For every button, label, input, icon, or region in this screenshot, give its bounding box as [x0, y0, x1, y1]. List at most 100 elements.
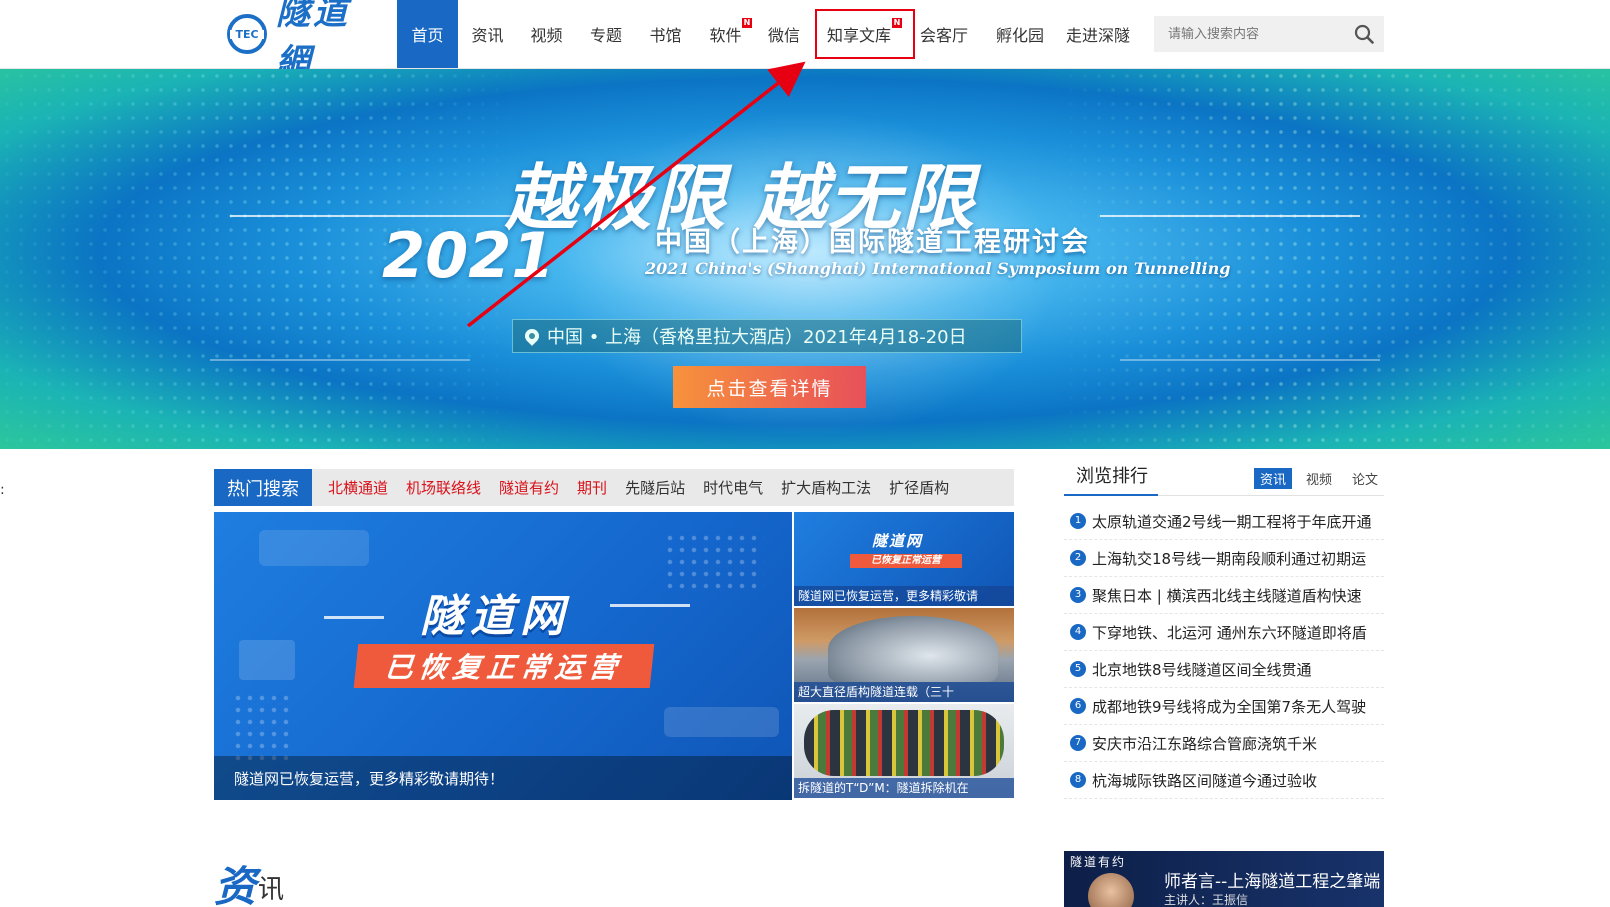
hot-search-item[interactable]: 期刊: [568, 477, 616, 498]
thumbnail-item[interactable]: 隧道网 已恢复正常运营 隧道网已恢复运营，更多精彩敬请: [794, 512, 1014, 606]
nav-item-7[interactable]: 知享文库 N: [812, 0, 906, 68]
ranking-number: 6: [1070, 698, 1086, 714]
feature-caption[interactable]: 隧道网已恢复运营，更多精彩敬请期待！: [214, 756, 792, 800]
search-input[interactable]: [1154, 16, 1344, 52]
feature-slide[interactable]: 隧道网 已恢复正常运营 隧道网已恢复运营，更多精彩敬请期待！: [214, 512, 792, 800]
ranking-item[interactable]: 3 聚焦日本 | 横滨西北线主线隧道盾构快速: [1064, 577, 1384, 614]
ranking-item-text: 杭海城际铁路区间隧道今通过验收: [1092, 771, 1318, 790]
new-badge: N: [742, 18, 752, 28]
hot-search-items: 北横通道 机场联络线 隧道有约 期刊 先隧后站 时代电气 扩大盾构工法 扩径盾构: [312, 477, 958, 498]
ranking-item[interactable]: 8 杭海城际铁路区间隧道今通过验收: [1064, 762, 1384, 799]
ranking-tab-2[interactable]: 论文: [1346, 468, 1384, 489]
search-icon: [1354, 24, 1374, 44]
banner-line: [230, 215, 530, 217]
nav-item-label: 孵化园: [995, 26, 1044, 45]
ranking-item[interactable]: 2 上海轨交18号线一期南段顺利通过初期运: [1064, 540, 1384, 577]
ranking-number: 7: [1070, 735, 1086, 751]
nav-item-5[interactable]: 软件 N: [695, 0, 756, 68]
ranking-item-text: 下穿地铁、北运河 通州东六环隧道即将盾: [1092, 623, 1367, 642]
hero-banner[interactable]: 越极限 越无限 2021 中国（上海）国际隧道工程研讨会 2021 China'…: [0, 69, 1610, 449]
ranking-item-text: 成都地铁9号线将成为全国第7条无人驾驶: [1092, 697, 1367, 716]
banner-conference-cn: 中国（上海）国际隧道工程研讨会: [655, 227, 1090, 258]
ranking-item-text: 太原轨道交通2号线一期工程将于年底开通: [1092, 512, 1372, 531]
ranking-item[interactable]: 7 安庆市沿江东路综合管廊浇筑千米: [1064, 725, 1384, 762]
banner-line: [210, 359, 470, 361]
ranking-tabs: 资讯 视频 论文: [1253, 468, 1384, 489]
thumbnail-caption: 隧道网已恢复运营，更多精彩敬请: [794, 586, 1014, 606]
hot-search-item[interactable]: 隧道有约: [490, 477, 568, 498]
nav-item-4[interactable]: 书馆: [636, 0, 695, 68]
side-mark: :: [0, 482, 5, 498]
video-player-icon: [239, 640, 295, 680]
search-button[interactable]: [1344, 16, 1384, 52]
promo-video-card[interactable]: 隧道有约 师者言--上海隧道工程之肇端 主讲人：王振信: [1064, 851, 1384, 907]
ranking-list: 1 太原轨道交通2号线一期工程将于年底开通 2 上海轨交18号线一期南段顺利通过初期运…: [1064, 503, 1384, 799]
feature-thumbnails: 隧道网 已恢复正常运营 隧道网已恢复运营，更多精彩敬请 超大直径盾构隧道连载（三…: [794, 512, 1014, 800]
ranking-tab-0[interactable]: 资讯: [1253, 468, 1292, 489]
nav-item-1[interactable]: 资讯: [458, 0, 517, 68]
promo-tag: 隧道有约: [1070, 855, 1127, 869]
section-title-news: 资 讯: [214, 860, 284, 907]
nav-item-6[interactable]: 微信: [756, 0, 812, 68]
site-header: TEC 隧道網 首页 资讯 视频 专题 书馆 软件 N 微信 知享文库 N 会客厅 孵化园 走进深隧: [0, 0, 1610, 82]
banner-line: [1120, 359, 1380, 361]
banner-year: 2021: [382, 219, 555, 292]
nav-item-label: 走进深隧: [1065, 26, 1130, 45]
hot-search-item[interactable]: 北横通道: [319, 477, 397, 498]
view-details-button[interactable]: 点击查看详情: [673, 366, 866, 408]
nav-item-label: 微信: [767, 26, 800, 45]
ranking-header: 浏览排行 资讯 视频 论文: [1064, 466, 1384, 496]
hot-search-item[interactable]: 扩径盾构: [880, 477, 958, 498]
thumbnail-item[interactable]: 超大直径盾构隧道连载（三十: [794, 608, 1014, 702]
nav-item-2[interactable]: 视频: [517, 0, 576, 68]
ranking-item[interactable]: 1 太原轨道交通2号线一期工程将于年底开通: [1064, 503, 1384, 540]
promo-title: 师者言--上海隧道工程之肇端: [1164, 872, 1381, 892]
site-logo[interactable]: TEC 隧道網: [226, 0, 386, 82]
decor-dots: [664, 532, 764, 592]
ranking-item-text: 聚焦日本 | 横滨西北线主线隧道盾构快速: [1092, 586, 1362, 605]
banner-conference-en: 2021 China's (Shanghai) International Sy…: [645, 259, 1231, 278]
ranking-item[interactable]: 5 北京地铁8号线隧道区间全线贯通: [1064, 651, 1384, 688]
banner-place-text: 中国 • 上海（香格里拉大酒店）2021年4月18-20日: [547, 327, 967, 348]
ranking-number: 3: [1070, 587, 1086, 603]
nav-item-10[interactable]: 走进深隧: [1058, 0, 1138, 68]
ranking-item[interactable]: 4 下穿地铁、北运河 通州东六环隧道即将盾: [1064, 614, 1384, 651]
ranking-item[interactable]: 6 成都地铁9号线将成为全国第7条无人驾驶: [1064, 688, 1384, 725]
nav-item-label: 专题: [589, 26, 622, 45]
nav-item-3[interactable]: 专题: [576, 0, 636, 68]
feature-title: 隧道网: [420, 591, 570, 642]
ranking-number: 4: [1070, 624, 1086, 640]
nav-item-8[interactable]: 会客厅: [906, 0, 982, 68]
nav-item-label: 资讯: [471, 26, 504, 45]
search-box: [1154, 16, 1384, 52]
location-pin-icon: [522, 326, 542, 346]
ranking-item-text: 北京地铁8号线隧道区间全线贯通: [1092, 660, 1312, 679]
nav-item-label: 首页: [411, 26, 444, 45]
nav-item-label: 软件: [709, 26, 742, 45]
nav-item-0[interactable]: 首页: [397, 0, 458, 68]
ranking-number: 5: [1070, 661, 1086, 677]
hot-search-item[interactable]: 扩大盾构工法: [772, 477, 880, 498]
ranking-tab-1[interactable]: 视频: [1300, 468, 1338, 489]
tunnel-image: [828, 616, 998, 682]
hot-search-item[interactable]: 先隧后站: [616, 477, 694, 498]
logo-mark-text: TEC: [235, 28, 258, 41]
nav-item-label: 视频: [530, 26, 563, 45]
thumbnail-caption: 拆隧道的T“D”M：隧道拆除机在: [794, 778, 1014, 798]
decor-card: [259, 530, 369, 566]
decor-dash: [610, 604, 690, 607]
ranking-number: 1: [1070, 513, 1086, 529]
hot-search-item[interactable]: 时代电气: [694, 477, 772, 498]
feature-tag: 已恢复正常运营: [353, 644, 655, 688]
new-badge: N: [892, 18, 902, 28]
banner-place: 中国 • 上海（香格里拉大酒店）2021年4月18-20日: [512, 319, 1022, 353]
nav-item-9[interactable]: 孵化园: [982, 0, 1058, 68]
browse-ranking: 浏览排行 资讯 视频 论文 1 太原轨道交通2号线一期工程将于年底开通 2 上海轨交18号…: [1064, 466, 1384, 799]
nav-item-label: 知享文库: [826, 26, 891, 45]
nav-item-label: 会客厅: [919, 26, 968, 45]
thumbnail-item[interactable]: 拆隧道的T“D”M：隧道拆除机在: [794, 704, 1014, 798]
tec-logo-icon: TEC: [226, 13, 268, 55]
main-nav: 首页 资讯 视频 专题 书馆 软件 N 微信 知享文库 N 会客厅 孵化园 走进深隧: [397, 0, 1138, 68]
ranking-number: 8: [1070, 772, 1086, 788]
hot-search-item[interactable]: 机场联络线: [397, 477, 490, 498]
